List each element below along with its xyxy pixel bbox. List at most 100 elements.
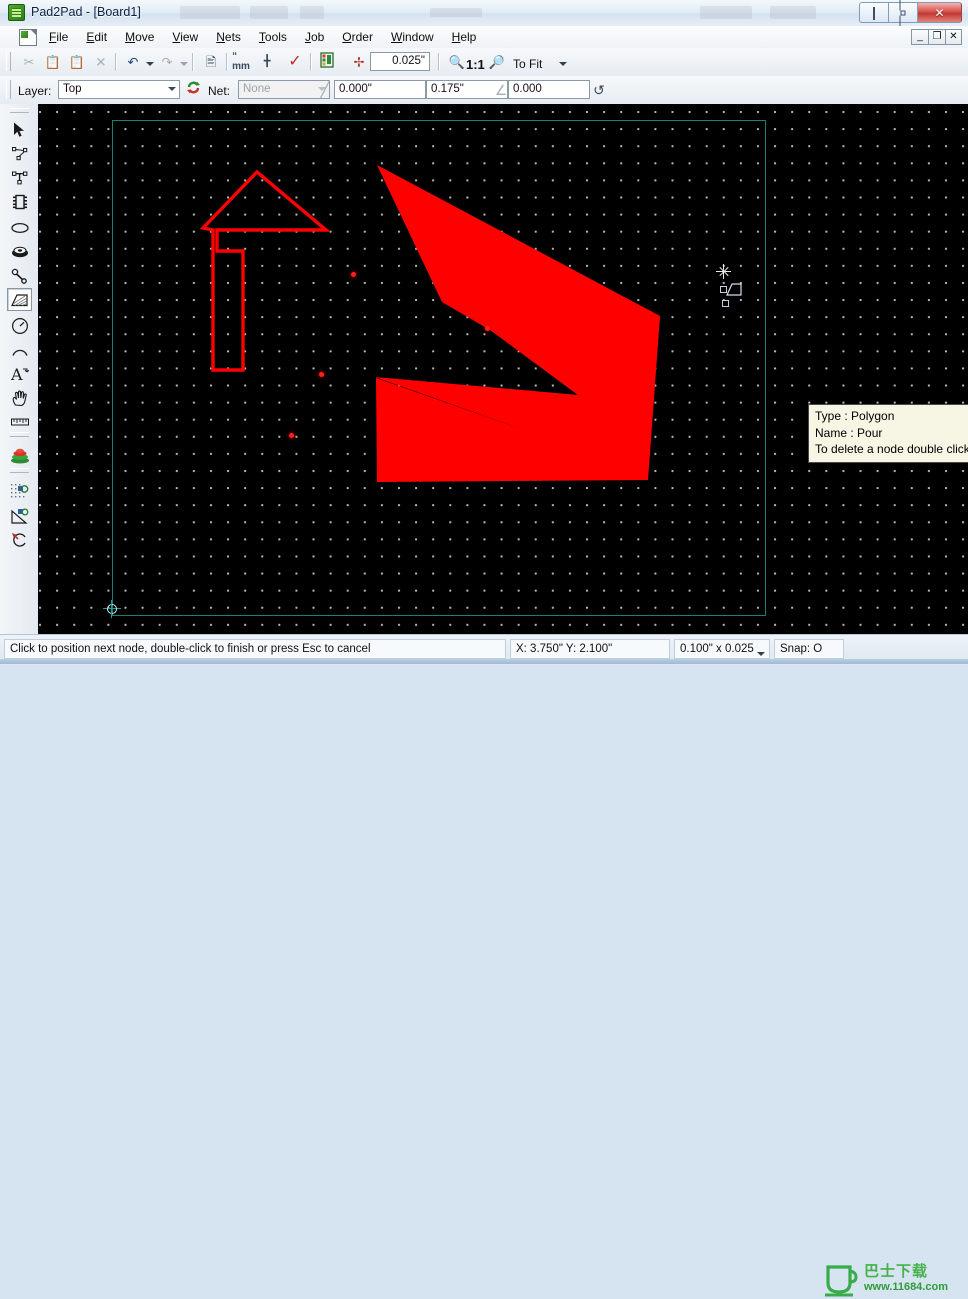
via-tool[interactable] bbox=[7, 240, 32, 263]
trace-width-button[interactable]: ╱ bbox=[314, 79, 336, 101]
zoom-out-button[interactable]: 🔎 bbox=[486, 51, 508, 73]
maximize-button[interactable] bbox=[888, 0, 917, 29]
mdi-minimize-button[interactable]: _ bbox=[911, 29, 928, 45]
polygon-node[interactable] bbox=[720, 286, 727, 293]
layers-icon bbox=[320, 52, 334, 68]
status-snap[interactable]: Snap: O bbox=[774, 639, 844, 659]
minimize-button[interactable] bbox=[859, 2, 888, 23]
menu-move[interactable]: Move bbox=[116, 27, 163, 47]
copper-pour-tool[interactable] bbox=[7, 480, 32, 503]
rotate-tool[interactable] bbox=[7, 528, 32, 551]
net-value: None bbox=[243, 83, 271, 95]
pad-dot bbox=[319, 372, 324, 377]
refresh-net-icon bbox=[187, 81, 200, 94]
tooltip-name: Name : Pour bbox=[815, 425, 883, 440]
menu-window[interactable]: Window bbox=[382, 27, 443, 47]
menu-bar: File Edit Move View Nets Tools Job Order… bbox=[0, 26, 968, 49]
component-tool[interactable] bbox=[7, 190, 32, 213]
drill-tool[interactable] bbox=[7, 264, 32, 287]
undo-icon: ↶ bbox=[127, 54, 139, 70]
zoom-1-1-button[interactable]: 1:1 bbox=[466, 57, 485, 72]
menu-items: File Edit Move View Nets Tools Job Order… bbox=[40, 26, 485, 48]
menu-tools[interactable]: Tools bbox=[250, 27, 296, 47]
zoom-preset-arrow[interactable] bbox=[559, 62, 567, 66]
delete-button[interactable]: ✕ bbox=[90, 51, 112, 73]
grid-size-field[interactable]: 0.025" bbox=[370, 52, 430, 71]
paste-button[interactable]: 📋 bbox=[66, 51, 88, 73]
watermark-url: www.11684.com bbox=[864, 1281, 948, 1293]
rotate-button[interactable]: ↺ bbox=[588, 79, 610, 101]
toolbox-grip-2[interactable] bbox=[10, 432, 29, 437]
units-button[interactable]: “mm bbox=[230, 51, 252, 73]
redo-dropdown-arrow[interactable] bbox=[180, 62, 188, 66]
zoom-window-icon: 🔍 bbox=[448, 54, 466, 70]
move-size-button[interactable]: ✢ bbox=[348, 51, 370, 73]
zoom-preset-label[interactable]: To Fit bbox=[513, 57, 542, 71]
design-check-button[interactable]: ✓ bbox=[284, 51, 306, 73]
pcb-shapes bbox=[199, 165, 660, 482]
measure-icon bbox=[10, 508, 28, 524]
angle-field[interactable]: 0.000 bbox=[508, 80, 590, 99]
menu-help[interactable]: Help bbox=[443, 27, 486, 47]
redo-button[interactable]: ↷ bbox=[158, 51, 176, 73]
titlebar-ghost-3 bbox=[300, 6, 324, 19]
text-icon: A bbox=[11, 366, 29, 382]
pan-tool[interactable] bbox=[7, 386, 32, 409]
pcb-canvas[interactable]: Type : Polygon Name : Pour To delete a n… bbox=[38, 104, 968, 634]
toolbox-grip[interactable] bbox=[10, 108, 29, 113]
watermark-text: 巴士下载 bbox=[864, 1263, 929, 1280]
menu-job[interactable]: Job bbox=[296, 27, 333, 47]
ruler-tool[interactable] bbox=[7, 410, 32, 433]
text-tool[interactable]: A bbox=[7, 362, 32, 385]
net-refresh-button[interactable] bbox=[185, 79, 207, 101]
delete-icon: ✕ bbox=[95, 54, 107, 70]
circle-tool[interactable] bbox=[7, 314, 32, 337]
layers-tool[interactable] bbox=[7, 444, 32, 467]
hand-icon bbox=[12, 389, 27, 406]
menu-nets[interactable]: Nets bbox=[207, 27, 250, 47]
mdi-restore-button[interactable]: ❐ bbox=[928, 29, 945, 45]
layers-button[interactable] bbox=[318, 51, 340, 73]
trace-icon: ╱ bbox=[320, 81, 330, 99]
watermark-logo-icon bbox=[825, 1265, 858, 1297]
status-grid-size[interactable]: 0.100" x 0.025 bbox=[674, 639, 770, 659]
polygon-tool[interactable] bbox=[7, 288, 32, 311]
properties-button[interactable]: 🖹 bbox=[200, 51, 222, 73]
measure-tool[interactable] bbox=[7, 504, 32, 527]
tooltip-type: Type : Polygon bbox=[815, 409, 895, 423]
drawing-toolbox: A bbox=[0, 104, 39, 634]
copy-button[interactable]: 📋 bbox=[42, 51, 64, 73]
menu-view[interactable]: View bbox=[163, 27, 207, 47]
menu-order[interactable]: Order bbox=[333, 27, 382, 47]
cursor-arrow-icon bbox=[13, 122, 24, 137]
rotate-arrow-icon bbox=[11, 532, 26, 547]
undo-button[interactable]: ↶ bbox=[124, 51, 142, 73]
cut-icon: ✂ bbox=[23, 54, 35, 70]
undo-dropdown-arrow[interactable] bbox=[146, 62, 154, 66]
mdi-close-button[interactable]: ✕ bbox=[945, 29, 962, 45]
toolbar-grip-1[interactable] bbox=[6, 52, 11, 71]
menu-file[interactable]: File bbox=[40, 27, 77, 47]
filled-polygon-pour bbox=[375, 165, 660, 482]
trace-tool[interactable] bbox=[7, 166, 32, 189]
net-label: Net: bbox=[208, 84, 231, 98]
net-tool[interactable] bbox=[7, 142, 32, 165]
document-icon[interactable] bbox=[19, 29, 37, 46]
trace-width-field[interactable]: 0.000" bbox=[334, 80, 426, 99]
polygon-node[interactable] bbox=[722, 300, 729, 307]
move-size-icon: ✢ bbox=[353, 54, 365, 70]
zoom-window-button[interactable]: 🔍 bbox=[446, 51, 468, 73]
close-button[interactable]: ✕ bbox=[917, 2, 962, 23]
arc-tool[interactable] bbox=[7, 338, 32, 361]
snap-icon: ╋ bbox=[263, 55, 271, 68]
menu-edit[interactable]: Edit bbox=[77, 27, 116, 47]
grid-size-arrow[interactable] bbox=[757, 652, 765, 656]
toolbox-grip-3[interactable] bbox=[10, 468, 29, 473]
cut-button[interactable]: ✂ bbox=[18, 51, 40, 73]
pad-dot bbox=[485, 326, 490, 331]
select-tool[interactable] bbox=[7, 118, 32, 141]
toolbar-grip-2[interactable] bbox=[6, 80, 11, 99]
layer-select[interactable]: Top bbox=[58, 80, 180, 99]
pad-tool[interactable] bbox=[7, 216, 32, 239]
snap-button[interactable]: ╋ bbox=[256, 51, 278, 73]
